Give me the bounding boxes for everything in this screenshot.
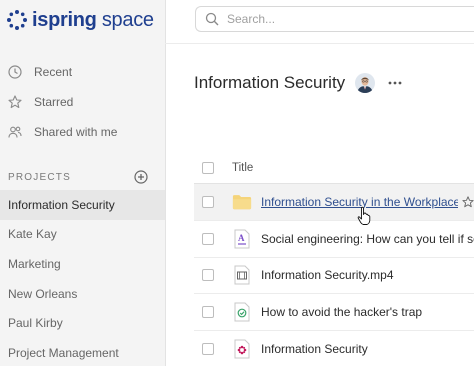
- sidebar-item-label: Starred: [34, 95, 74, 109]
- sidebar-item-shared[interactable]: Shared with me: [0, 117, 165, 147]
- page-header: Information Security: [194, 70, 403, 96]
- table-row[interactable]: How to avoid the hacker's trap: [194, 294, 474, 332]
- sidebar: ispring space Recent Starred Shared with…: [0, 0, 166, 366]
- table-row[interactable]: Information Security in the Workplace: [194, 184, 474, 221]
- more-options-icon[interactable]: [387, 76, 403, 90]
- table-header: Title: [194, 153, 474, 184]
- logo-text: ispring space: [32, 9, 154, 31]
- folder-icon: [232, 195, 252, 210]
- file-name[interactable]: How to avoid the hacker's trap: [261, 305, 422, 319]
- table-row[interactable]: Information Security.mp4: [194, 258, 474, 295]
- column-header-title: Title: [232, 162, 254, 174]
- file-name[interactable]: Information Security.mp4: [261, 268, 394, 282]
- search-icon: [205, 12, 219, 26]
- sidebar-item-label: New Orleans: [8, 286, 78, 301]
- sidebar-item-recent[interactable]: Recent: [0, 57, 165, 87]
- sidebar-item-label: Project Management: [8, 345, 119, 360]
- avatar-image: [355, 73, 376, 93]
- sidebar-item-label: Recent: [34, 65, 73, 79]
- file-name[interactable]: Social engineering: How can you tell if …: [261, 232, 474, 246]
- row-checkbox[interactable]: [202, 195, 214, 208]
- search-input[interactable]: [227, 12, 447, 26]
- projects-title: PROJECTS: [8, 171, 71, 183]
- sidebar-nav: Recent Starred Shared with me: [0, 57, 165, 147]
- logo[interactable]: ispring space: [6, 7, 154, 33]
- sidebar-item-project-management[interactable]: Project Management: [0, 338, 165, 366]
- star-icon: [8, 95, 22, 109]
- sidebar-item-label: Marketing: [8, 256, 61, 271]
- projects-list: Information Security Kate Kay Marketing …: [0, 190, 165, 366]
- table-row[interactable]: Information Security: [194, 331, 474, 366]
- table-row[interactable]: A Social engineering: How can you tell i…: [194, 221, 474, 258]
- sidebar-item-label: Information Security: [8, 197, 115, 212]
- logo-mark-icon: [7, 10, 27, 30]
- avatar[interactable]: [355, 73, 376, 93]
- projects-header: PROJECTS: [8, 168, 148, 186]
- file-name-link[interactable]: Information Security in the Workplace: [261, 195, 458, 209]
- add-project-icon[interactable]: [134, 170, 148, 184]
- search-box[interactable]: [195, 6, 474, 32]
- sidebar-item-label: Kate Kay: [8, 227, 57, 242]
- sidebar-item-label: Shared with me: [34, 125, 118, 139]
- sidebar-item-marketing[interactable]: Marketing: [0, 249, 165, 279]
- row-checkbox[interactable]: [202, 232, 214, 245]
- content-table: Title Information Security in the Workpl…: [194, 153, 474, 366]
- sidebar-item-starred[interactable]: Starred: [0, 87, 165, 117]
- sidebar-item-kate-kay[interactable]: Kate Kay: [0, 220, 165, 250]
- video-file-icon: [234, 265, 250, 285]
- sidebar-item-label: Paul Kirby: [8, 316, 63, 331]
- page-title: Information Security: [194, 73, 346, 92]
- star-icon[interactable]: [462, 196, 474, 208]
- app-window: ispring space Recent Starred Shared with…: [0, 0, 474, 366]
- sidebar-item-paul-kirby[interactable]: Paul Kirby: [0, 308, 165, 338]
- select-all-checkbox[interactable]: [202, 162, 214, 174]
- row-checkbox[interactable]: [202, 306, 214, 319]
- file-name[interactable]: Information Security: [261, 342, 368, 356]
- svg-text:A: A: [238, 233, 245, 243]
- clock-icon: [8, 65, 22, 79]
- row-checkbox[interactable]: [202, 343, 214, 356]
- users-icon: [8, 126, 22, 138]
- quiz-icon: [234, 302, 250, 322]
- course-icon: [234, 339, 250, 359]
- divider: [165, 43, 474, 44]
- sidebar-item-new-orleans[interactable]: New Orleans: [0, 279, 165, 309]
- sidebar-item-information-security[interactable]: Information Security: [0, 190, 165, 220]
- row-checkbox[interactable]: [202, 269, 214, 282]
- text-document-icon: A: [234, 229, 250, 249]
